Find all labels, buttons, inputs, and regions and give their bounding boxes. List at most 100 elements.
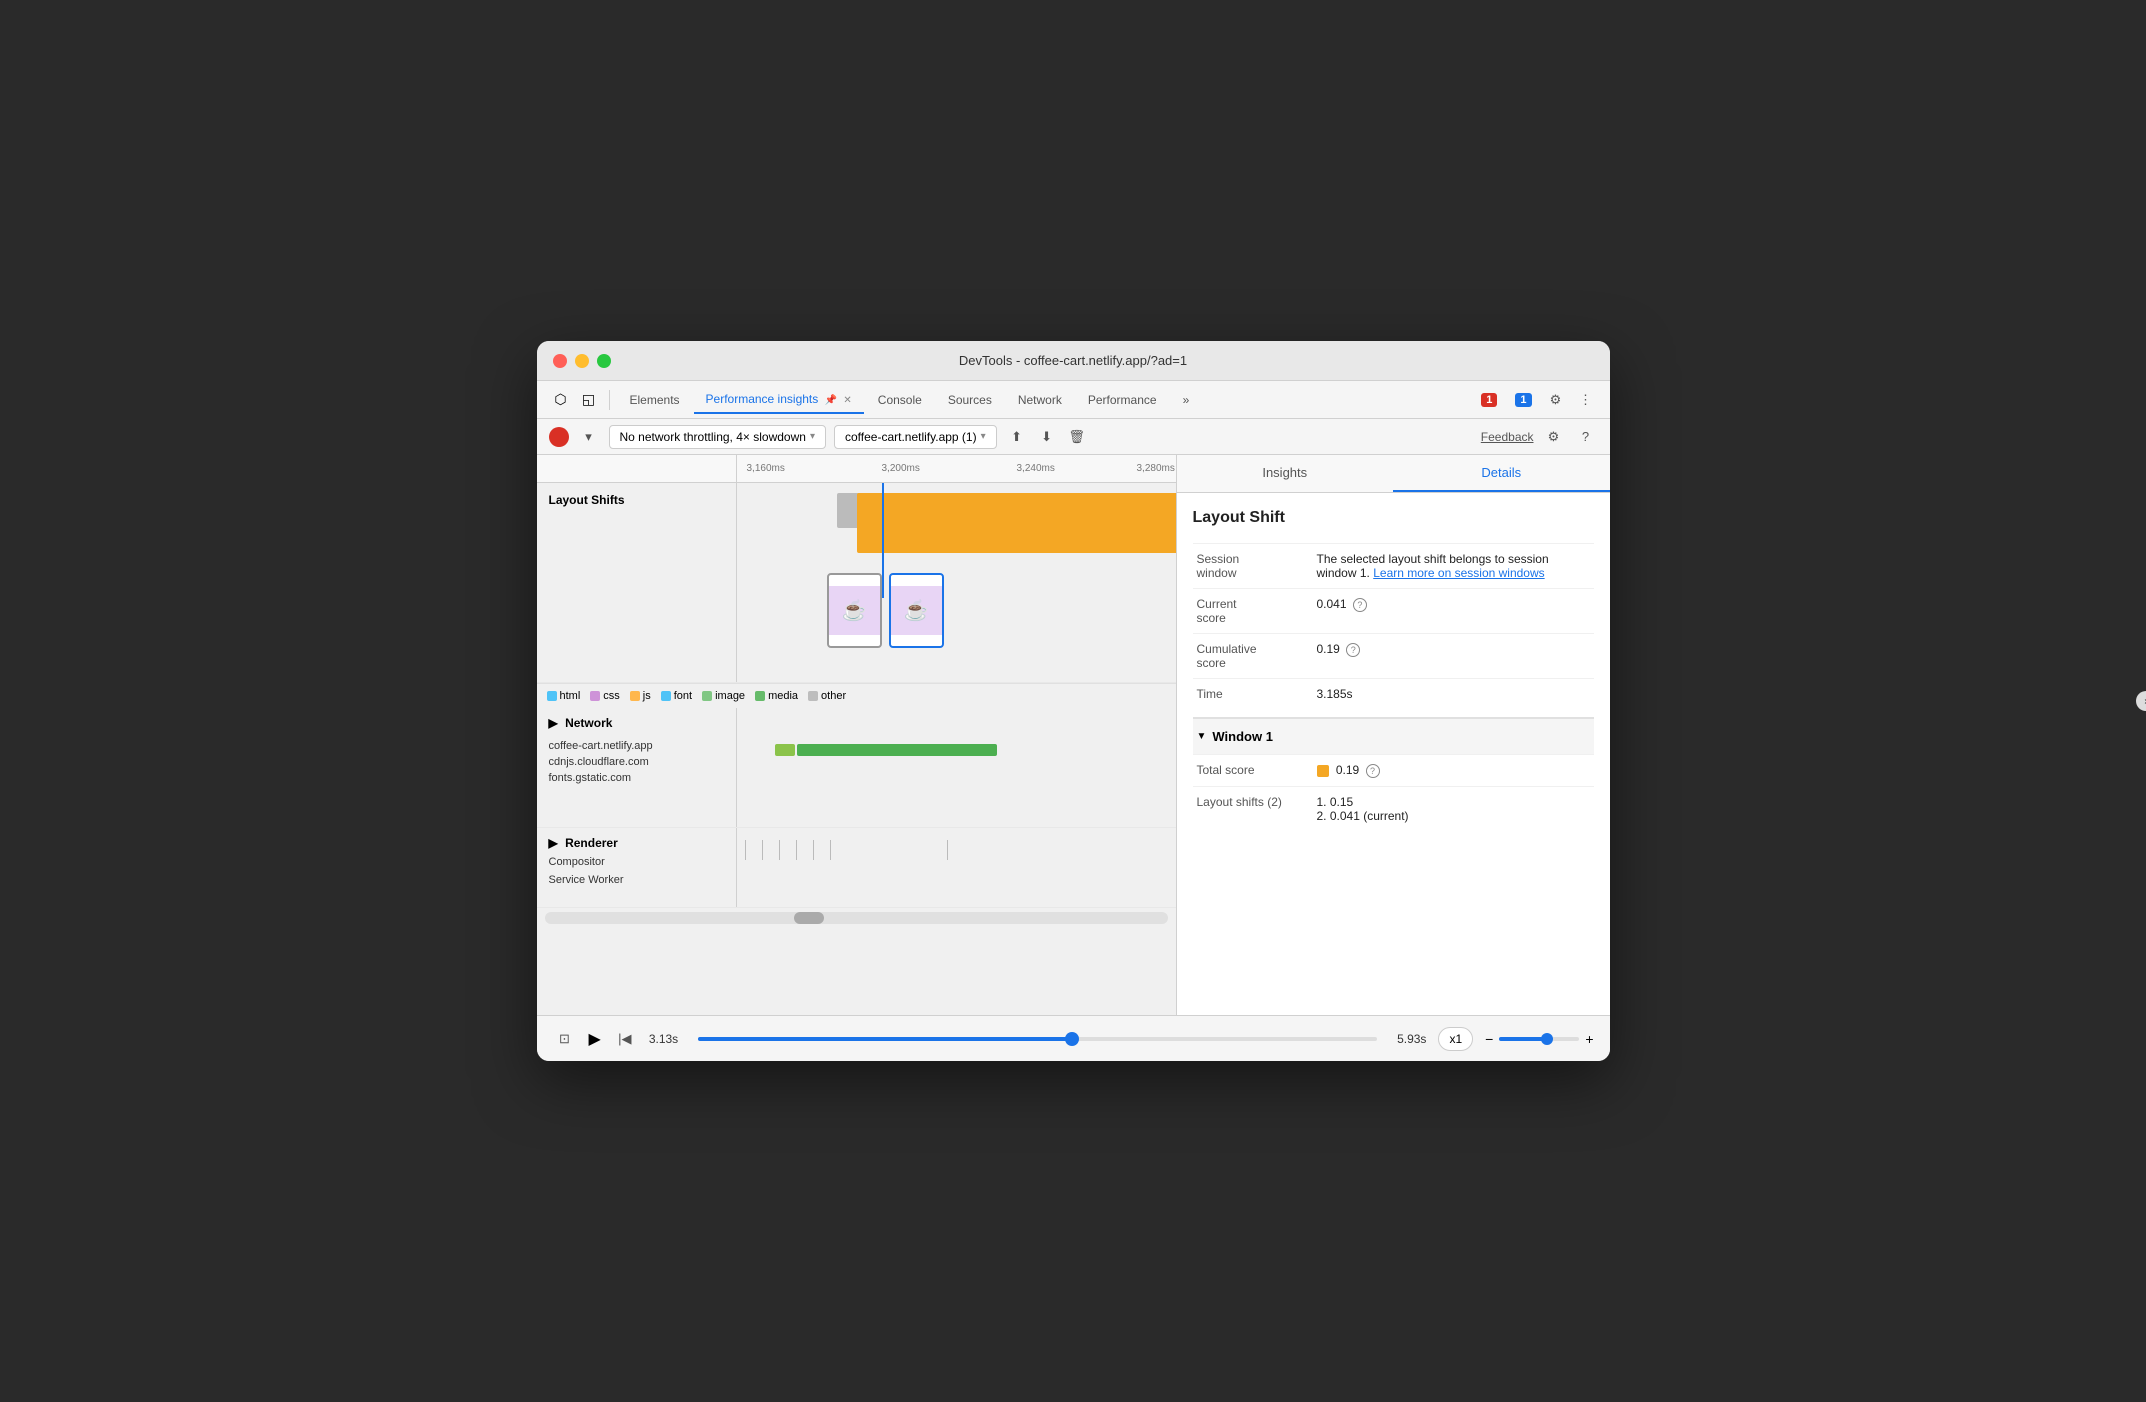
- tab-insights[interactable]: Insights: [1177, 455, 1394, 492]
- minimize-button[interactable]: [575, 354, 589, 368]
- network-host-2: cdnjs.cloudflare.com: [549, 754, 724, 770]
- total-score-help-icon[interactable]: ?: [1366, 764, 1380, 778]
- layout-shifts-content[interactable]: ☕ ☕: [737, 483, 1176, 673]
- time-row: Time 3.185s: [1193, 679, 1594, 710]
- current-score-help-icon[interactable]: ?: [1353, 598, 1367, 612]
- timeline-body[interactable]: Layout Shifts ☕ ☕: [537, 483, 1176, 1015]
- score-badge: [1317, 765, 1329, 777]
- cumulative-score-help-icon[interactable]: ?: [1346, 643, 1360, 657]
- dropdown-arrow-icon[interactable]: ▾: [577, 425, 601, 449]
- legend-dot-other: [808, 691, 818, 701]
- more-options-icon[interactable]: ⋮: [1574, 388, 1598, 412]
- error-badge[interactable]: 1: [1475, 391, 1503, 409]
- zoom-plus-icon[interactable]: +: [1585, 1031, 1593, 1047]
- renderer-label-col: ▶ Renderer Compositor Service Worker: [537, 828, 737, 907]
- settings-icon-2[interactable]: ⚙: [1542, 425, 1566, 449]
- traffic-lights: [553, 354, 611, 368]
- maximize-button[interactable]: [597, 354, 611, 368]
- thumbnail-before[interactable]: ☕: [827, 573, 882, 648]
- toolbar-icons: 1 1 ⚙ ⋮: [1475, 388, 1597, 412]
- play-button[interactable]: ▶: [589, 1029, 601, 1049]
- close-tab-icon[interactable]: ✕: [843, 395, 851, 406]
- layout-shift-item-2: 2. 0.041 (current): [1317, 809, 1590, 823]
- zoom-slider[interactable]: [1499, 1037, 1579, 1041]
- download-icon[interactable]: ⬇: [1035, 425, 1059, 449]
- slider-track: [698, 1037, 1377, 1041]
- zoom-thumb[interactable]: [1541, 1033, 1553, 1045]
- thumbnail-after[interactable]: ☕: [889, 573, 944, 648]
- tab-sources[interactable]: Sources: [936, 387, 1004, 413]
- time-start: 3.13s: [649, 1032, 678, 1046]
- legend-css: css: [590, 690, 620, 702]
- info-badge[interactable]: 1: [1509, 391, 1537, 409]
- feedback-link[interactable]: Feedback: [1481, 430, 1534, 444]
- timeline-slider[interactable]: [698, 1037, 1377, 1041]
- legend-label-font: font: [674, 690, 692, 702]
- titlebar: DevTools - coffee-cart.netlify.app/?ad=1: [537, 341, 1610, 381]
- tab-performance-insights[interactable]: Performance insights 📌 ✕: [694, 386, 864, 414]
- ruler-mark-1: 3,160ms: [747, 463, 785, 474]
- window-section: ▼ Window 1 Total score 0.19 ?: [1193, 717, 1594, 831]
- cursor-icon[interactable]: ⬡: [549, 388, 573, 412]
- tab-console[interactable]: Console: [866, 387, 934, 413]
- throttle-dropdown[interactable]: No network throttling, 4× slowdown ▾: [609, 425, 826, 449]
- layout-shifts-detail-row: Layout shifts (2) 1. 0.15 2. 0.041 (curr…: [1193, 787, 1594, 832]
- speed-button[interactable]: x1: [1438, 1027, 1473, 1051]
- net-bar-large: [797, 744, 997, 756]
- legend-label-other: other: [821, 690, 846, 702]
- zoom-minus-icon[interactable]: −: [1485, 1031, 1493, 1047]
- settings-icon[interactable]: ⚙: [1544, 388, 1568, 412]
- tick-5: [813, 840, 814, 860]
- tab-bar: ⬡ ◱ Elements Performance insights 📌 ✕ Co…: [537, 381, 1610, 419]
- tab-elements[interactable]: Elements: [618, 387, 692, 413]
- panel-tabs: Insights Details: [1177, 455, 1610, 493]
- time-label: Time: [1193, 679, 1313, 710]
- target-label: coffee-cart.netlify.app (1): [845, 430, 977, 444]
- thumbnail-after-content: ☕: [891, 586, 942, 636]
- time-value: 3.185s: [1313, 679, 1594, 710]
- network-bars-col: [737, 708, 1176, 827]
- timeline-scrollbar[interactable]: [545, 912, 1168, 924]
- upload-icon[interactable]: ⬆: [1005, 425, 1029, 449]
- record-button[interactable]: [549, 427, 569, 447]
- screenshot-icon[interactable]: ⊡: [553, 1027, 577, 1051]
- help-icon[interactable]: ?: [1574, 425, 1598, 449]
- scrollbar-area: [537, 912, 1176, 924]
- tab-details[interactable]: Details: [1393, 455, 1610, 492]
- layout-shift-item-1: 1. 0.15: [1317, 795, 1590, 809]
- tick-6: [830, 840, 831, 860]
- shift-bar-orange: [857, 493, 1176, 553]
- ruler-mark-3: 3,240ms: [1017, 463, 1055, 474]
- layout-shifts-detail-label: Layout shifts (2): [1193, 787, 1313, 832]
- tab-network[interactable]: Network: [1006, 387, 1074, 413]
- window-section-header[interactable]: ▼ Window 1: [1193, 719, 1594, 754]
- legend-label-media: media: [768, 690, 798, 702]
- tab-performance[interactable]: Performance: [1076, 387, 1169, 413]
- slider-thumb[interactable]: [1065, 1032, 1079, 1046]
- legend-html: html: [547, 690, 581, 702]
- legend-js: js: [630, 690, 651, 702]
- session-window-value: The selected layout shift belongs to ses…: [1313, 544, 1594, 589]
- window-section-title: Window 1: [1212, 729, 1273, 744]
- throttle-arrow: ▾: [810, 431, 815, 442]
- legend-other: other: [808, 690, 846, 702]
- target-dropdown[interactable]: coffee-cart.netlify.app (1) ▾: [834, 425, 997, 449]
- session-windows-link[interactable]: Learn more on session windows: [1373, 566, 1544, 580]
- info-table: Sessionwindow The selected layout shift …: [1193, 543, 1594, 709]
- network-title: ▶ Network: [549, 716, 724, 730]
- panel-content[interactable]: Layout Shift Sessionwindow The selected …: [1177, 493, 1610, 1015]
- layout-shifts-detail-values: 1. 0.15 2. 0.041 (current): [1313, 787, 1594, 832]
- inspect-icon[interactable]: ◱: [577, 388, 601, 412]
- current-score-value: 0.041 ?: [1313, 589, 1594, 634]
- tab-more[interactable]: »: [1171, 387, 1202, 413]
- target-arrow: ▾: [981, 431, 986, 442]
- layout-shifts-title: Layout Shifts: [549, 493, 625, 507]
- skip-to-start-icon[interactable]: |◀: [613, 1027, 637, 1051]
- network-section: ▶ Network coffee-cart.netlify.app cdnjs.…: [537, 708, 1176, 828]
- scrollbar-thumb[interactable]: [794, 912, 824, 924]
- legend-row: html css js font: [537, 683, 1176, 708]
- nav-icons: ⬡ ◱: [549, 388, 601, 412]
- close-button[interactable]: [553, 354, 567, 368]
- devtools-window: DevTools - coffee-cart.netlify.app/?ad=1…: [537, 341, 1610, 1061]
- delete-icon[interactable]: 🗑: [1065, 425, 1089, 449]
